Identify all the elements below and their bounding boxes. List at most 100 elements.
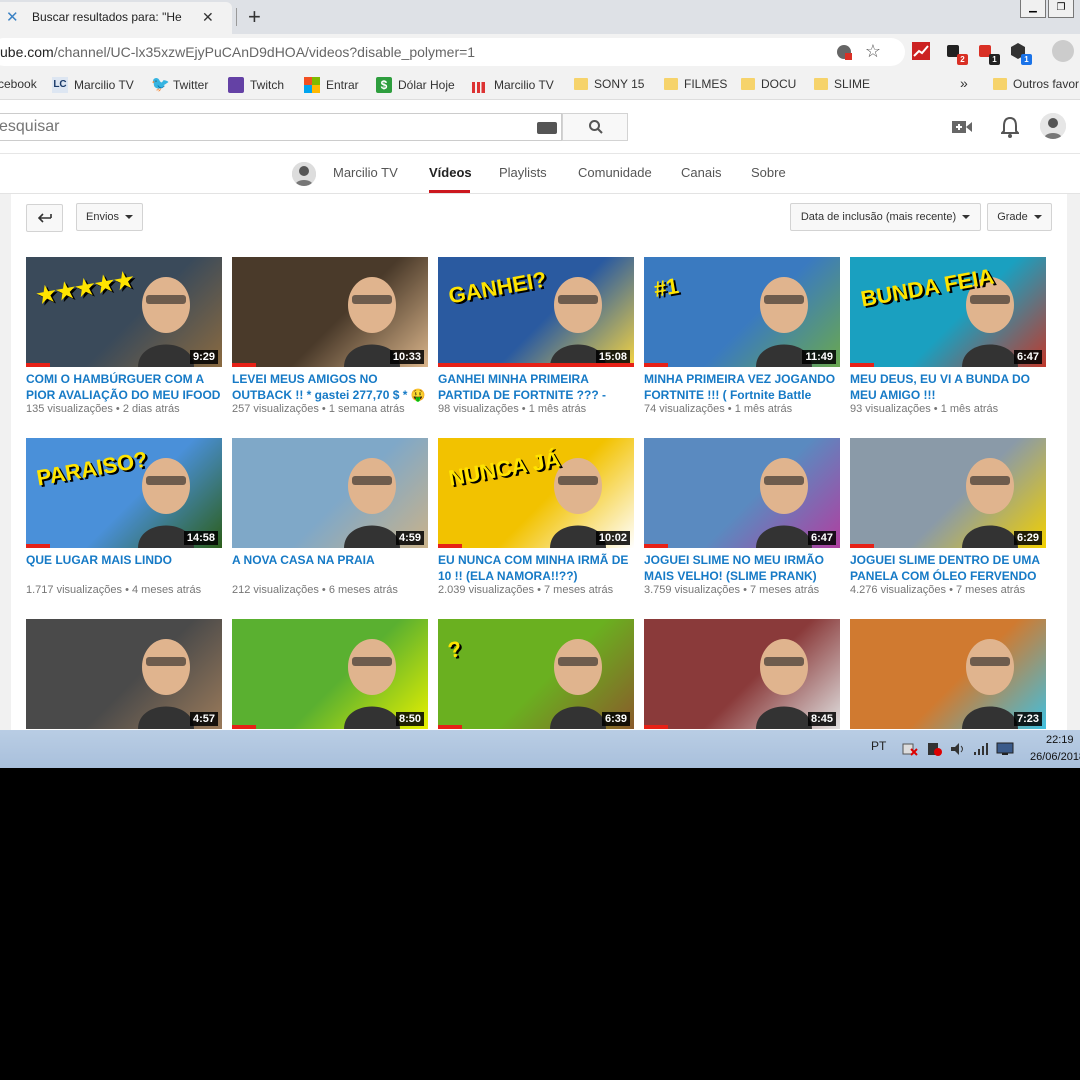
video-title[interactable]: COMI O HAMBÚRGUER COM A PIOR AVALIAÇÃO D… xyxy=(26,371,222,403)
video-card[interactable]: 6:29 JOGUEI SLIME DENTRO DE UMA PANELA CO… xyxy=(850,438,1046,596)
video-card[interactable]: 10:33 LEVEI MEUS AMIGOS NO OUTBACK !! * g… xyxy=(232,257,428,415)
back-button[interactable] xyxy=(26,204,63,232)
url-text[interactable]: ube.com/channel/UC-lx35xzwEjyPuCAnD9dHOA… xyxy=(0,44,475,60)
bookmark-marcilio-tv[interactable]: LC Marcilio TV xyxy=(52,77,134,93)
video-thumbnail[interactable]: 6:29 xyxy=(850,438,1046,548)
bookmark-twitter[interactable]: 🐦 Twitter xyxy=(151,77,208,93)
bookmark-facebook[interactable]: cebook xyxy=(0,77,37,91)
security-alert-icon[interactable] xyxy=(926,742,942,756)
video-thumbnail[interactable]: 10:33 xyxy=(232,257,428,367)
microsoft-icon xyxy=(304,77,320,93)
video-title[interactable]: GANHEI MINHA PRIMEIRA PARTIDA DE FORTNIT… xyxy=(438,371,634,403)
video-duration: 10:33 xyxy=(389,350,424,364)
video-title[interactable]: LEVEI MEUS AMIGOS NO OUTBACK !! * gastei… xyxy=(232,371,428,403)
video-card[interactable]: 4:59 A NOVA CASA NA PRAIA 212 visualizaçõe… xyxy=(232,438,428,596)
tab-about[interactable]: Sobre xyxy=(751,165,786,180)
video-thumbnail[interactable]: 6:47 xyxy=(644,438,840,548)
address-bar[interactable]: ube.com/channel/UC-lx35xzwEjyPuCAnD9dHOA… xyxy=(0,38,905,66)
keyboard-icon[interactable] xyxy=(537,122,557,134)
clock-date[interactable]: 26/06/2018 xyxy=(1030,751,1080,763)
tab-channels[interactable]: Canais xyxy=(681,165,721,180)
video-card[interactable]: ★★★★★ 9:29 COMI O HAMBÚRGUER COM A PIOR AV… xyxy=(26,257,222,415)
search-box[interactable] xyxy=(0,113,562,141)
restore-button[interactable]: ❐ xyxy=(1048,0,1074,18)
browser-tab[interactable]: ✕ Buscar resultados para: "Hellboy" ✕ xyxy=(0,2,232,34)
video-thumbnail[interactable]: 4:59 xyxy=(232,438,428,548)
site-settings-icon[interactable] xyxy=(835,43,853,61)
video-title[interactable]: MINHA PRIMEIRA VEZ JOGANDO FORTNITE !!! … xyxy=(644,371,840,403)
upload-video-icon[interactable] xyxy=(952,120,972,134)
bookmark-folder-docu[interactable]: DOCU xyxy=(741,77,796,91)
video-card[interactable]: GANHEI? 15:08 GANHEI MINHA PRIMEIRA PARTID… xyxy=(438,257,634,415)
video-thumbnail[interactable]: PARAISO? 14:58 xyxy=(26,438,222,548)
video-card[interactable]: BUNDA FEIA 6:47 MEU DEUS, EU VI A BUNDA DO… xyxy=(850,257,1046,415)
video-title[interactable]: JOGUEI SLIME NO MEU IRMÃO MAIS VELHO! (S… xyxy=(644,552,840,584)
profile-avatar[interactable] xyxy=(1052,40,1074,62)
upload-age: 4 meses atrás xyxy=(131,584,202,596)
bookmark-entrar[interactable]: Entrar xyxy=(304,77,359,93)
extension-2-icon[interactable]: 2 xyxy=(945,42,968,65)
tab-community[interactable]: Comunidade xyxy=(578,165,652,180)
video-card[interactable]: #1 11:49 MINHA PRIMEIRA VEZ JOGANDO FORTNI… xyxy=(644,257,840,415)
account-avatar[interactable] xyxy=(1040,113,1066,139)
bookmark-folder-filmes[interactable]: FILMES xyxy=(664,77,727,91)
bookmark-twitch[interactable]: Twitch xyxy=(228,77,284,93)
video-thumbnail[interactable]: ? 6:39 xyxy=(438,619,634,729)
video-thumbnail[interactable]: ★★★★★ 9:29 xyxy=(26,257,222,367)
video-thumbnail[interactable]: 8:50 xyxy=(232,619,428,729)
volume-icon[interactable] xyxy=(950,742,966,756)
network-error-icon[interactable] xyxy=(902,742,918,756)
language-indicator[interactable]: PT xyxy=(871,739,886,753)
channel-avatar[interactable] xyxy=(292,162,316,186)
bookmark-other-favorites[interactable]: Outros favor xyxy=(993,77,1079,91)
view-count: 257 visualizações xyxy=(232,403,319,415)
sort-dropdown[interactable]: Data de inclusão (mais recente) xyxy=(790,203,981,231)
video-title[interactable]: A NOVA CASA NA PRAIA xyxy=(232,552,428,584)
tab-close-icon[interactable]: ✕ xyxy=(202,9,214,26)
new-tab-button[interactable]: + xyxy=(248,4,261,30)
extension-1-icon[interactable]: 1 xyxy=(977,42,1000,65)
bookmarks-overflow-button[interactable]: » xyxy=(960,75,968,91)
meta-separator: • xyxy=(724,403,735,415)
display-icon[interactable] xyxy=(996,742,1014,756)
notifications-bell-icon[interactable] xyxy=(1001,116,1019,138)
video-card[interactable]: NUNCA JÁ 10:02 EU NUNCA COM MINHA IRMÃ DE … xyxy=(438,438,634,596)
video-thumbnail[interactable]: GANHEI? 15:08 xyxy=(438,257,634,367)
video-thumbnail[interactable]: 8:45 xyxy=(644,619,840,729)
meta-separator: • xyxy=(122,584,132,596)
video-card[interactable]: PARAISO? 14:58 QUE LUGAR MAIS LINDO 1.717 v… xyxy=(26,438,222,596)
video-thumbnail[interactable]: 7:23 xyxy=(850,619,1046,729)
tab-channel-home[interactable]: Marcilio TV xyxy=(333,165,398,180)
video-title[interactable]: EU NUNCA COM MINHA IRMÃ DE 10 !! (ELA NA… xyxy=(438,552,634,584)
minimize-button[interactable]: ▁ xyxy=(1020,0,1046,18)
search-input[interactable] xyxy=(0,118,499,136)
video-thumbnail[interactable]: 4:57 xyxy=(26,619,222,729)
search-button[interactable] xyxy=(562,113,628,141)
watch-progress-bar xyxy=(644,725,668,729)
dollar-icon: $ xyxy=(376,77,392,93)
bookmark-folder-sony[interactable]: SONY 15 xyxy=(574,77,644,91)
extension-3-icon[interactable]: 1 xyxy=(1009,42,1032,65)
uploads-dropdown[interactable]: Envios xyxy=(76,203,143,231)
view-dropdown[interactable]: Grade xyxy=(987,203,1052,231)
video-title[interactable]: JOGUEI SLIME DENTRO DE UMA PANELA COM ÓL… xyxy=(850,552,1046,584)
bookmark-folder-slime[interactable]: SLIME xyxy=(814,77,870,91)
upload-age: 1 mês atrás xyxy=(528,403,587,415)
view-count: 1.717 visualizações xyxy=(26,584,123,596)
bookmark-dolar-hoje[interactable]: $ Dólar Hoje xyxy=(376,77,455,93)
video-card[interactable]: 6:47 JOGUEI SLIME NO MEU IRMÃO MAIS VELHO… xyxy=(644,438,840,596)
video-thumbnail[interactable]: BUNDA FEIA 6:47 xyxy=(850,257,1046,367)
chart-extension-icon[interactable] xyxy=(912,42,930,60)
view-count: 4.276 visualizações xyxy=(850,584,947,596)
tab-playlists[interactable]: Playlists xyxy=(499,165,547,180)
bookmark-star-icon[interactable]: ☆ xyxy=(865,41,881,62)
clock-time[interactable]: 22:19 xyxy=(1046,734,1074,746)
video-title[interactable]: QUE LUGAR MAIS LINDO xyxy=(26,552,222,584)
bookmark-marcilio-tv-2[interactable]: Marcilio TV xyxy=(472,77,554,93)
tab-videos[interactable]: Vídeos xyxy=(429,165,472,180)
video-thumbnail[interactable]: #1 11:49 xyxy=(644,257,840,367)
video-thumbnail[interactable]: NUNCA JÁ 10:02 xyxy=(438,438,634,548)
signal-strength-icon[interactable] xyxy=(973,742,989,756)
video-title[interactable]: MEU DEUS, EU VI A BUNDA DO MEU AMIGO !!! xyxy=(850,371,1046,403)
view-count: 135 visualizações xyxy=(26,403,113,415)
